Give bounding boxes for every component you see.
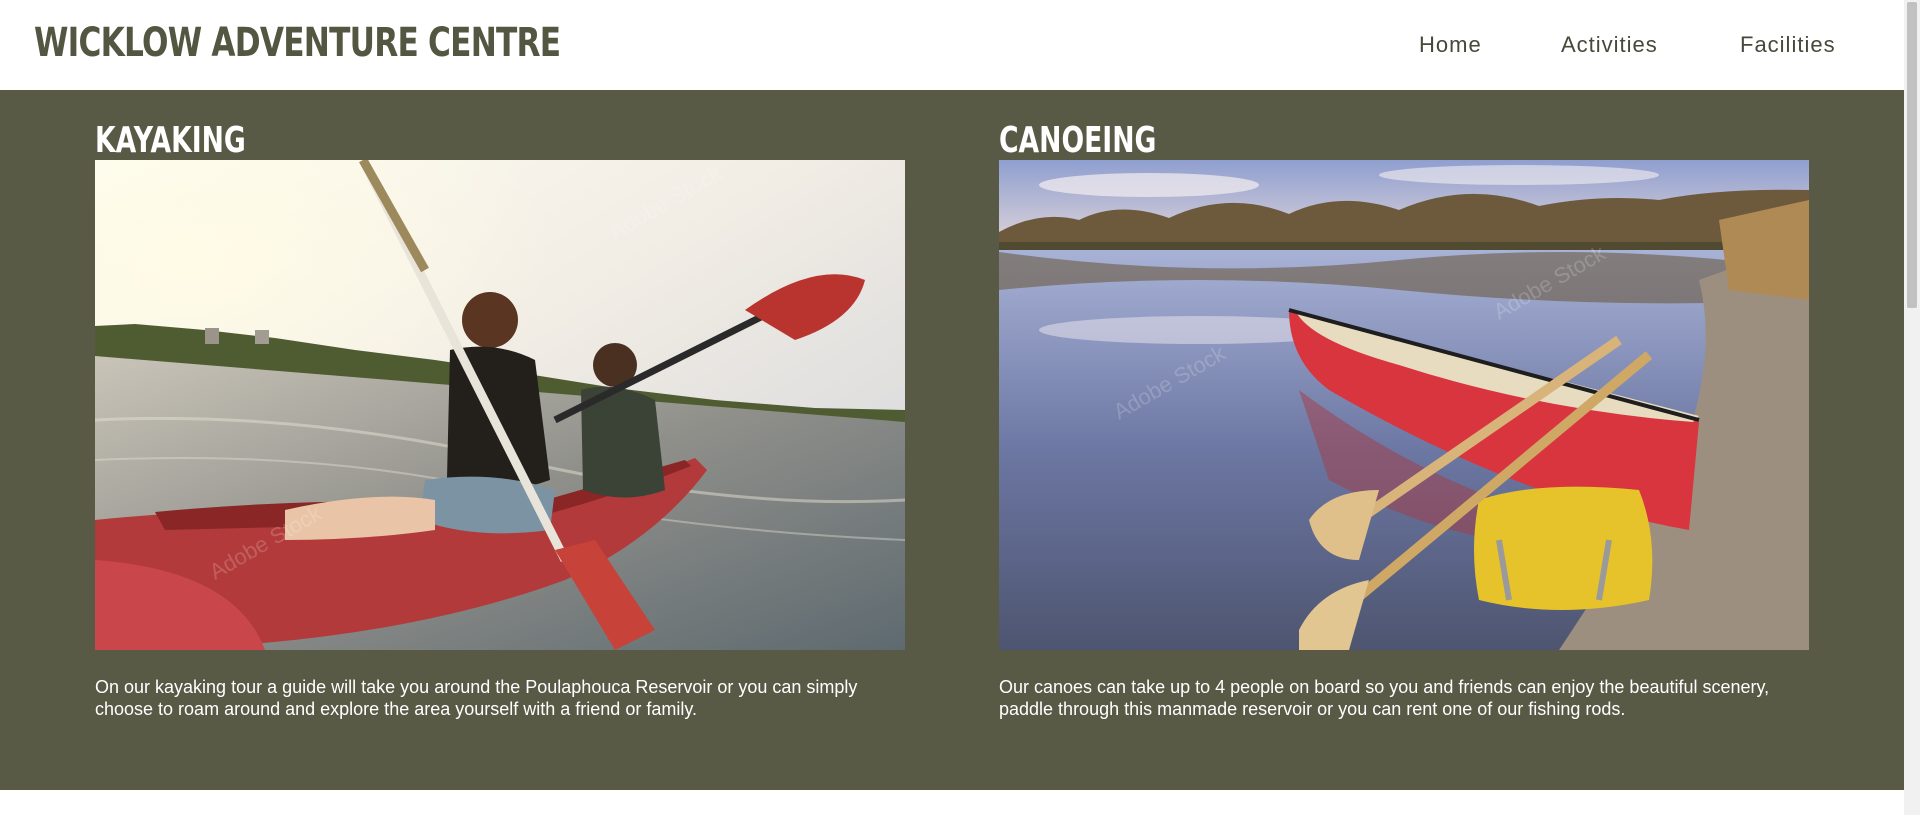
nav-facilities[interactable]: Facilities	[1740, 32, 1836, 58]
activities-section: KAYAKING Adobe Stock Adobe Stock On our …	[0, 90, 1904, 790]
nav-activities[interactable]: Activities	[1561, 32, 1658, 58]
scrollbar-thumb[interactable]	[1907, 2, 1917, 308]
page-scrollbar[interactable]	[1904, 0, 1920, 815]
activity-description: Our canoes can take up to 4 people on bo…	[999, 677, 1770, 719]
activity-card-kayaking: KAYAKING Adobe Stock Adobe Stock On our …	[95, 90, 905, 790]
activity-card-canoeing: CANOEING Adobe Stock Adobe Stock Our can…	[999, 90, 1809, 790]
activity-title: KAYAKING	[95, 120, 246, 161]
red-canoe-photo: Adobe Stock Adobe Stock	[999, 160, 1809, 650]
nav-home[interactable]: Home	[1419, 32, 1482, 58]
main-nav: Home Activities Facilities	[0, 32, 1904, 60]
kayak-couple-photo: Adobe Stock Adobe Stock	[95, 160, 905, 650]
site-header: WICKLOW ADVENTURE CENTRE Home Activities…	[0, 0, 1904, 90]
activity-description: On our kayaking tour a guide will take y…	[95, 677, 858, 719]
activity-title: CANOEING	[999, 120, 1157, 161]
